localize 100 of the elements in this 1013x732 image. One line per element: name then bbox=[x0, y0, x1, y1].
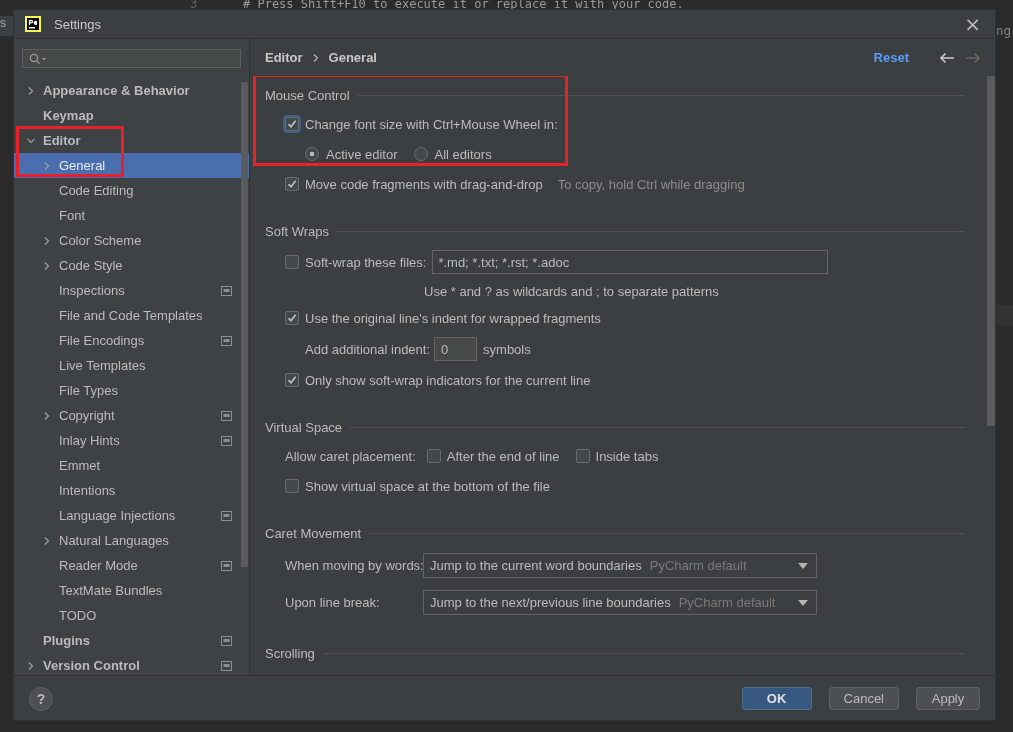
checkbox-label[interactable]: Inside tabs bbox=[595, 448, 659, 464]
search-icon bbox=[29, 52, 47, 65]
radio-label[interactable]: Active editor bbox=[326, 146, 398, 162]
scrollbar[interactable] bbox=[241, 82, 248, 567]
checkbox-label[interactable]: Only show soft-wrap indicators for the current line bbox=[305, 372, 591, 388]
side-tab-label[interactable]: s bbox=[0, 16, 14, 36]
dialog-button[interactable]: Apply bbox=[916, 687, 980, 710]
sidebar-item[interactable]: TextMate Bundles bbox=[14, 578, 249, 603]
help-button[interactable]: ? bbox=[29, 686, 53, 711]
radio-button[interactable] bbox=[305, 147, 319, 161]
checkbox-label[interactable]: Move code fragments with drag-and-drop bbox=[305, 176, 543, 192]
project-scope-icon bbox=[221, 635, 232, 646]
app-logo-icon bbox=[25, 16, 41, 32]
sidebar-item[interactable]: Language Injections bbox=[14, 503, 249, 528]
dropdown-hint: PyCharm default bbox=[649, 558, 747, 573]
checkbox[interactable] bbox=[285, 479, 299, 493]
checkbox[interactable] bbox=[575, 449, 590, 463]
dropdown-arrow-icon bbox=[798, 562, 808, 569]
sidebar-item[interactable]: Emmet bbox=[14, 453, 249, 478]
sidebar-item[interactable]: Inspections bbox=[14, 278, 249, 303]
ok-button[interactable]: OK bbox=[741, 687, 812, 710]
dialog-button[interactable]: Cancel bbox=[828, 687, 899, 710]
help-text: Use * and ? as wildcards and ; to separate patterns bbox=[424, 283, 719, 299]
checkbox-label[interactable]: Show virtual space at the bottom of the file bbox=[305, 478, 550, 494]
radio-button[interactable] bbox=[413, 147, 428, 161]
sidebar-item[interactable]: File Types bbox=[14, 378, 249, 403]
sidebar-item[interactable]: Version Control bbox=[14, 653, 249, 675]
number-field[interactable]: 0 bbox=[434, 337, 478, 361]
sidebar-item[interactable]: Editor bbox=[14, 128, 249, 153]
checkbox[interactable] bbox=[285, 117, 299, 131]
project-scope-icon bbox=[221, 660, 232, 671]
dropdown-value: Jump to the next/previous line boundaries bbox=[430, 595, 671, 610]
chevron-right-icon bbox=[26, 85, 36, 96]
dropdown-arrow-icon bbox=[798, 599, 808, 606]
sidebar-item[interactable]: Font bbox=[14, 203, 249, 228]
checkbox[interactable] bbox=[285, 177, 299, 191]
field-label: Allow caret placement: bbox=[285, 448, 416, 464]
checkbox[interactable] bbox=[285, 255, 299, 269]
section-title: Virtual Space bbox=[265, 419, 343, 435]
close-button[interactable]: × bbox=[960, 14, 985, 34]
chevron-right-icon bbox=[42, 535, 52, 546]
search-field[interactable] bbox=[22, 49, 241, 68]
chevron-right-icon bbox=[26, 660, 36, 671]
back-arrow-icon[interactable] bbox=[939, 51, 955, 64]
field-label: When moving by words: bbox=[285, 558, 423, 573]
hint-text: To copy, hold Ctrl while dragging bbox=[557, 176, 745, 192]
chevron-right-icon bbox=[42, 410, 52, 421]
project-scope-icon bbox=[221, 510, 232, 521]
checkbox-label[interactable]: Soft-wrap these files: bbox=[305, 254, 427, 270]
sidebar-item[interactable]: File and Code Templates bbox=[14, 303, 249, 328]
dropdown[interactable]: Jump to the next/previous line boundaries PyCharm default bbox=[423, 590, 817, 615]
field-label: Add additional indent: bbox=[305, 341, 431, 357]
checkbox-label[interactable]: After the end of line bbox=[446, 448, 560, 464]
project-scope-icon bbox=[221, 410, 232, 421]
project-scope-icon bbox=[221, 560, 232, 571]
chevron-right-icon bbox=[42, 160, 52, 171]
project-scope-icon bbox=[221, 435, 232, 446]
scrollbar[interactable] bbox=[987, 76, 995, 426]
sidebar-item[interactable]: Keymap bbox=[14, 103, 249, 128]
checkbox[interactable] bbox=[285, 311, 299, 325]
chevron-right-icon bbox=[42, 260, 52, 271]
sidebar-item[interactable]: File Encodings bbox=[14, 328, 249, 353]
checkbox-label[interactable]: Change font size with Ctrl+Mouse Wheel in: bbox=[305, 116, 558, 132]
sidebar-item[interactable]: Code Editing bbox=[14, 178, 249, 203]
sidebar-item[interactable]: Copyright bbox=[14, 403, 249, 428]
sidebar-item[interactable]: General bbox=[14, 153, 249, 178]
reset-link[interactable]: Reset bbox=[873, 50, 909, 65]
breadcrumb-item[interactable]: General bbox=[328, 50, 377, 65]
dropdown[interactable]: Jump to the current word boundaries PyCharm default bbox=[423, 553, 817, 578]
project-scope-icon bbox=[221, 335, 232, 346]
section-title: Scrolling bbox=[265, 645, 315, 661]
sidebar-item[interactable]: Inlay Hints bbox=[14, 428, 249, 453]
code-text: ng bbox=[996, 23, 1012, 38]
project-scope-icon bbox=[221, 285, 232, 296]
chevron-right-icon bbox=[42, 235, 52, 246]
sidebar-item[interactable]: Plugins bbox=[14, 628, 249, 653]
sidebar-item[interactable]: TODO bbox=[14, 603, 249, 628]
sidebar-item[interactable]: Code Style bbox=[14, 253, 249, 278]
checkbox-label[interactable]: Use the original line's indent for wrapped fragments bbox=[305, 310, 601, 326]
section-title: Soft Wraps bbox=[265, 223, 330, 239]
breadcrumb-separator-icon bbox=[311, 52, 320, 63]
section-title: Mouse Control bbox=[265, 87, 350, 103]
sidebar-item[interactable]: Reader Mode bbox=[14, 553, 249, 578]
forward-arrow-icon[interactable] bbox=[965, 51, 981, 64]
dropdown-value: Jump to the current word boundaries bbox=[430, 558, 642, 573]
radio-label[interactable]: All editors bbox=[434, 146, 492, 162]
sidebar-item[interactable]: Live Templates bbox=[14, 353, 249, 378]
sidebar-item[interactable]: Appearance & Behavior bbox=[14, 78, 249, 103]
sidebar-item[interactable]: Color Scheme bbox=[14, 228, 249, 253]
sidebar-item[interactable]: Natural Languages bbox=[14, 528, 249, 553]
checkbox[interactable] bbox=[285, 373, 299, 387]
section-title: Caret Movement bbox=[265, 525, 362, 541]
field-label: Upon line break: bbox=[285, 595, 381, 610]
unit-label: symbols bbox=[483, 341, 531, 357]
window-title: Settings bbox=[54, 16, 101, 32]
breadcrumb-item[interactable]: Editor bbox=[265, 50, 303, 65]
dropdown-hint: PyCharm default bbox=[678, 595, 776, 610]
text-field[interactable]: *.md; *.txt; *.rst; *.adoc bbox=[432, 250, 829, 274]
sidebar-item[interactable]: Intentions bbox=[14, 478, 249, 503]
checkbox[interactable] bbox=[426, 449, 441, 463]
